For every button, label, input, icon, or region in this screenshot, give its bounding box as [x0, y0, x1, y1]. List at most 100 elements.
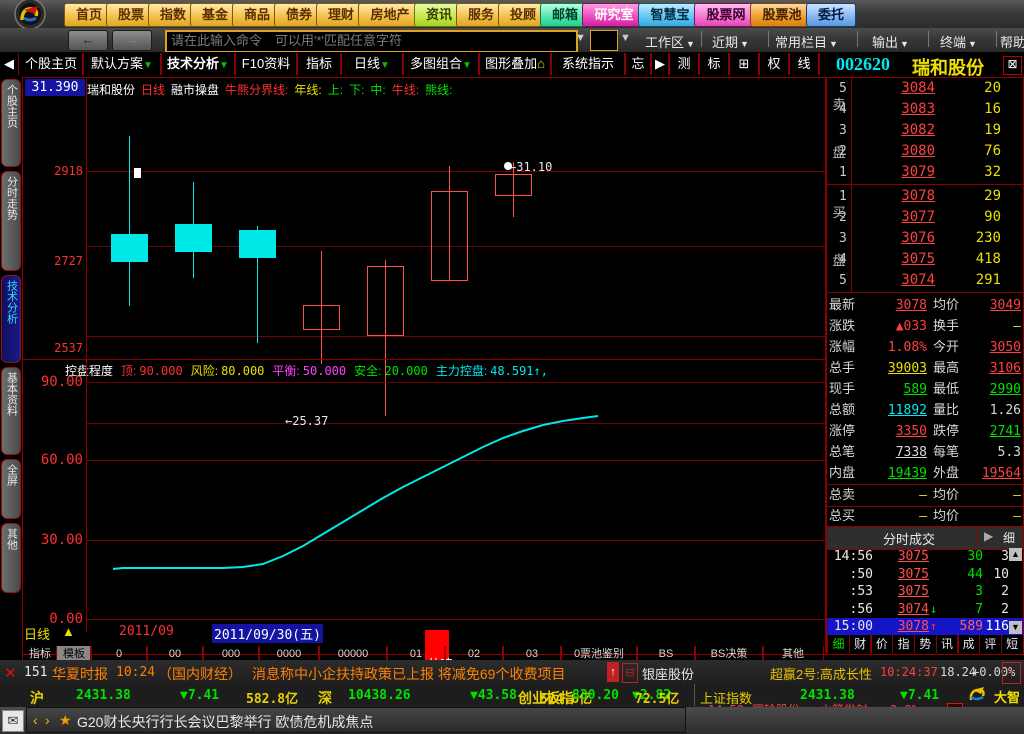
- menu-1[interactable]: 近期 ▼: [712, 32, 749, 51]
- toolbar-item-0[interactable]: 个股主页: [18, 53, 84, 75]
- toolbar-item-1[interactable]: 默认方案▼: [82, 53, 162, 75]
- stock-panel-close-icon[interactable]: ⊠: [1003, 56, 1022, 75]
- tick-scroll-up-icon[interactable]: ▲: [1009, 548, 1022, 561]
- sidebar-item-3[interactable]: 基本资料: [1, 367, 21, 455]
- tick-row-1[interactable]: :50 3075 44 10: [827, 566, 1023, 583]
- quote-field-value-4: 589: [903, 382, 927, 397]
- sell-order-row-3[interactable]: 2 3080 76: [827, 141, 1023, 162]
- menu-3[interactable]: 输出 ▼: [872, 32, 909, 51]
- buy-order-row-1[interactable]: 2 3077 90: [827, 207, 1023, 228]
- sidebar-item-5[interactable]: 其他: [1, 523, 21, 593]
- ticks-detail-button[interactable]: 细: [1003, 529, 1015, 546]
- nav-button-15[interactable]: 股票池: [750, 3, 814, 27]
- toolbar-scroll-left[interactable]: ◀: [0, 53, 19, 75]
- chevron-down-icon[interactable]: ▼: [380, 60, 390, 71]
- toolbar-item-label-1: 默认方案: [91, 56, 144, 71]
- tick-row-2[interactable]: :53 3075 3 2: [827, 583, 1023, 600]
- quote-tab-4[interactable]: 势: [913, 635, 937, 653]
- quote-field-key-1: 涨跌: [829, 319, 856, 334]
- chevron-down-icon[interactable]: ▼: [462, 60, 472, 71]
- price-pane[interactable]: 瑞和股份 日线 融市操盘 牛熊分界线: 年线: 上: 下: 中: 牛线: 熊线: ←31.10 ←…: [23, 78, 825, 428]
- tick-scroll-down-icon[interactable]: ▼: [1009, 621, 1022, 634]
- toolbar-item-5[interactable]: 日线▼: [340, 53, 404, 75]
- sell-order-row-2[interactable]: 3 3082 19: [827, 120, 1023, 141]
- quote-tab-0[interactable]: 细: [827, 635, 850, 653]
- toolbar-icon-⊞[interactable]: ⊞: [728, 53, 760, 75]
- tick-row-0[interactable]: 14:56 3075 30 3: [827, 548, 1023, 565]
- toolbar-item-3[interactable]: F10资料: [234, 53, 298, 75]
- nav-button-16[interactable]: 委托: [806, 3, 856, 27]
- quote-field-value-3: 39003: [887, 361, 927, 376]
- news-list-icon[interactable]: ⊟: [622, 663, 638, 683]
- product-up-icon[interactable]: ↑: [1002, 662, 1021, 684]
- toolbar-item-4[interactable]: 指标: [296, 53, 342, 75]
- toolbar-icon-权[interactable]: 权: [758, 53, 790, 75]
- overlay-lock-icon[interactable]: ⌂: [537, 56, 545, 71]
- quote-tab-1[interactable]: 财: [848, 635, 872, 653]
- nav-button-7[interactable]: 房地产: [358, 3, 422, 27]
- news-headline[interactable]: 消息称中小企扶持政策已上报 将减免69个收费项目: [252, 664, 565, 684]
- ticks-play-icon[interactable]: ▶: [977, 529, 993, 543]
- toolbar-item-label-3: F10资料: [241, 56, 291, 71]
- sell-order-row-4[interactable]: 1 3079 32: [827, 162, 1023, 183]
- buy-order-row-4[interactable]: 5 3074 291: [827, 270, 1023, 291]
- message-next-icon[interactable]: ›: [45, 712, 50, 728]
- toolbar-item-8[interactable]: 系统指示: [550, 53, 626, 75]
- tick-row-3[interactable]: :56 3074 ↓ 7 2: [827, 601, 1023, 618]
- nav-button-12[interactable]: 研究室: [582, 3, 646, 27]
- chevron-down-icon[interactable]: ▼: [219, 60, 229, 71]
- quote-tab-5[interactable]: 讯: [935, 635, 959, 653]
- indicator-pane[interactable]: 控盘程度 顶: 90.000 风险: 80.000 平衡: 50.000 安全: 20.000 主…: [23, 359, 825, 692]
- color-swatch-chevron-icon[interactable]: ▼: [620, 32, 631, 44]
- toolbar-icon-线[interactable]: 线: [788, 53, 820, 75]
- tick-row-4[interactable]: 15:00 3078 ↑ 589 116: [827, 618, 1023, 635]
- sidebar-item-2[interactable]: 技术分析: [1, 275, 21, 363]
- x-axis-period[interactable]: 日线: [24, 624, 50, 643]
- toolbar-scroll-right[interactable]: ▶: [650, 53, 670, 75]
- sidebar-item-1[interactable]: 分时走势: [1, 171, 21, 271]
- quote-tab-2[interactable]: 价: [870, 635, 894, 653]
- news-stock-tag[interactable]: 银座股份: [642, 664, 694, 683]
- chevron-down-icon[interactable]: ▼: [143, 60, 153, 71]
- forward-button[interactable]: →: [112, 30, 152, 51]
- tick-list[interactable]: 14:56 3075 30 3:50 3075 44 10:53 3075 3 2:56 3074 ↓…: [827, 548, 1023, 635]
- toolbar-icon-标[interactable]: 标: [698, 53, 730, 75]
- toolbar-item-2[interactable]: 技术分析▼: [160, 53, 236, 75]
- buy-order-row-0[interactable]: 1 3078 29: [827, 186, 1023, 207]
- message-prev-icon[interactable]: ‹: [33, 712, 38, 728]
- sell-order-row-1[interactable]: 4 3083 16: [827, 99, 1023, 120]
- sidebar-item-4[interactable]: 全屏: [1, 459, 21, 519]
- chart-toolbar: ◀ 个股主页 默认方案▼ 技术分析▼ F10资料 指标 日线▼ 多图组合▼ 图形叠加⌂ 系统指示…: [0, 52, 910, 78]
- quote-tab-6[interactable]: 成: [957, 635, 981, 653]
- buy-order-row-3[interactable]: 4 3075 418: [827, 249, 1023, 270]
- news-arrow-icon[interactable]: ↑: [607, 662, 619, 682]
- quote-tab-8[interactable]: 短: [1000, 635, 1024, 653]
- nav-button-13[interactable]: 智慧宝: [638, 3, 702, 27]
- toolbar-item-6[interactable]: 多图组合▼: [402, 53, 480, 75]
- back-button[interactable]: ←: [68, 30, 108, 51]
- quote-tab-row: 细财价指势讯成评短: [827, 635, 1024, 654]
- toolbar-item-7[interactable]: 图形叠加⌂: [478, 53, 552, 75]
- toolbar-item-9[interactable]: 忘: [624, 53, 652, 75]
- chart-legend-segment-9: 熊线:: [425, 83, 453, 97]
- menu-4[interactable]: 终端 ▼: [940, 32, 977, 51]
- menu-0[interactable]: 工作区 ▼: [645, 32, 695, 51]
- menu-2[interactable]: 常用栏目 ▼: [775, 32, 838, 51]
- buy-order-row-2[interactable]: 3 3076 230: [827, 228, 1023, 249]
- news-close-icon[interactable]: ✕: [4, 664, 17, 682]
- sidebar-item-0[interactable]: 个股主页: [1, 79, 21, 167]
- toolbar-icon-测[interactable]: 测: [668, 53, 700, 75]
- nav-button-14[interactable]: 股票网: [694, 3, 758, 27]
- mail-icon[interactable]: ✉: [2, 710, 24, 732]
- command-input[interactable]: 请在此输入命令 可以用'*'匹配任意字符: [165, 30, 578, 53]
- message-text[interactable]: G20财长央行行长会议巴黎举行 欧债危机成焦点: [77, 712, 373, 732]
- chart-area[interactable]: 瑞和股份 日线 融市操盘 牛熊分界线: 年线: 上: 下: 中: 牛线: 熊线: ←31.10 ←…: [22, 77, 826, 692]
- menu-5[interactable]: 帮助▼: [1000, 32, 1024, 51]
- color-swatch[interactable]: [590, 30, 618, 51]
- quote-tab-7[interactable]: 评: [978, 635, 1002, 653]
- message-content-box[interactable]: ‹ › ★ G20财长央行行长会议巴黎举行 欧债危机成焦点: [26, 707, 686, 733]
- quote-total-value2-1: —: [1013, 509, 1021, 524]
- command-dropdown-icon[interactable]: ▼: [575, 32, 586, 44]
- quote-tab-3[interactable]: 指: [892, 635, 916, 653]
- sell-order-row-0[interactable]: 5 3084 20: [827, 78, 1023, 99]
